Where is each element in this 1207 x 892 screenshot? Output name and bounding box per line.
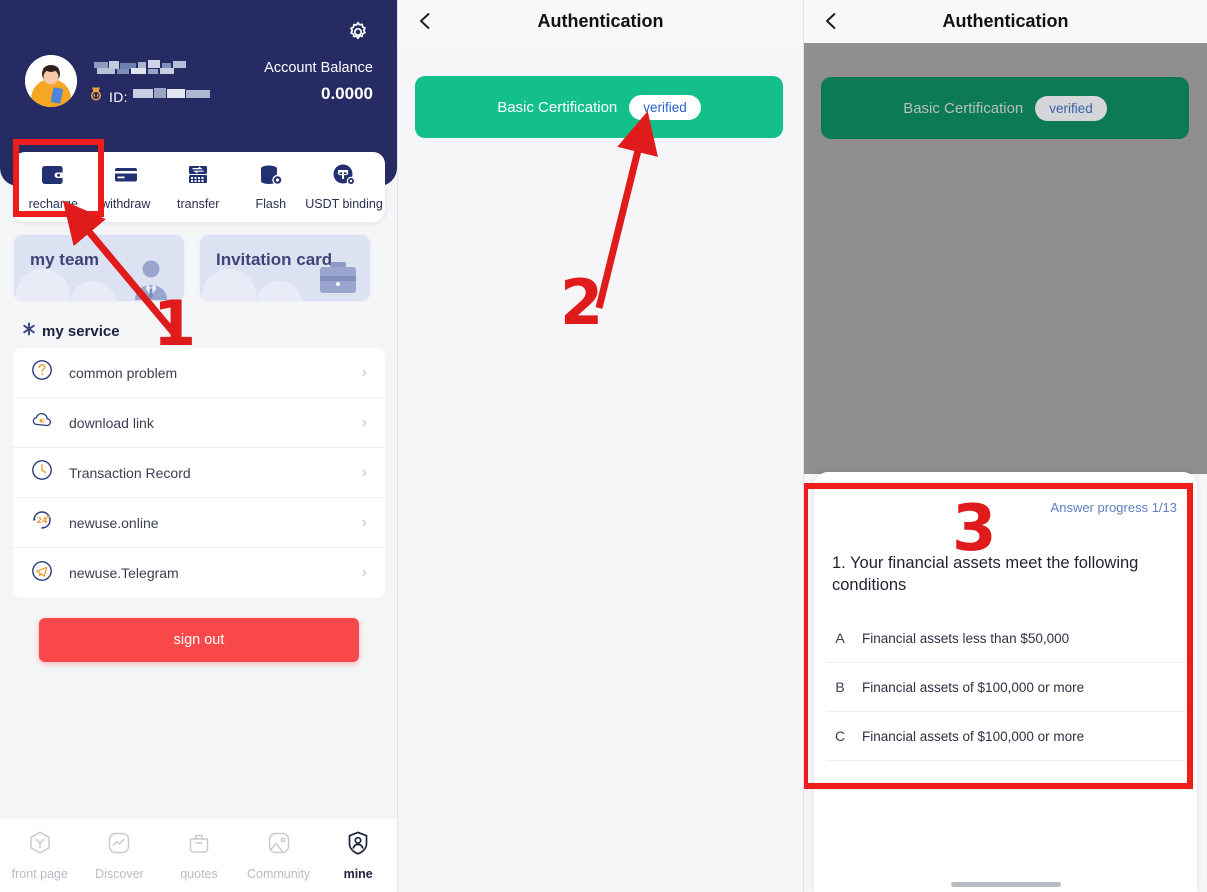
annotation-number-1: 1 [153,287,197,360]
chevron-left-icon[interactable] [818,8,844,34]
annotation-number-2: 2 [560,266,604,339]
home-indicator [950,882,1061,887]
panel-profile: ID: Account Balance 0.0000 recharge with… [0,0,398,892]
basic-certification-banner: Basic Certification verified [821,77,1189,139]
page-title: Authentication [942,11,1069,31]
nav-bar: Authentication [804,0,1207,43]
panel-authentication: Authentication Basic Certification verif… [398,0,804,892]
annotation-arrow-2 [595,111,658,309]
annotation-number-3: 3 [952,492,997,566]
panel-authentication-quiz: Authentication Basic Certification verif… [804,0,1207,892]
certification-label: Basic Certification [903,99,1024,117]
annotation-box-3 [804,483,1193,789]
screenshot-root: ID: Account Balance 0.0000 recharge with… [0,0,1207,892]
status-badge: verified [1035,95,1107,121]
annotation-arrow-1 [62,200,181,341]
